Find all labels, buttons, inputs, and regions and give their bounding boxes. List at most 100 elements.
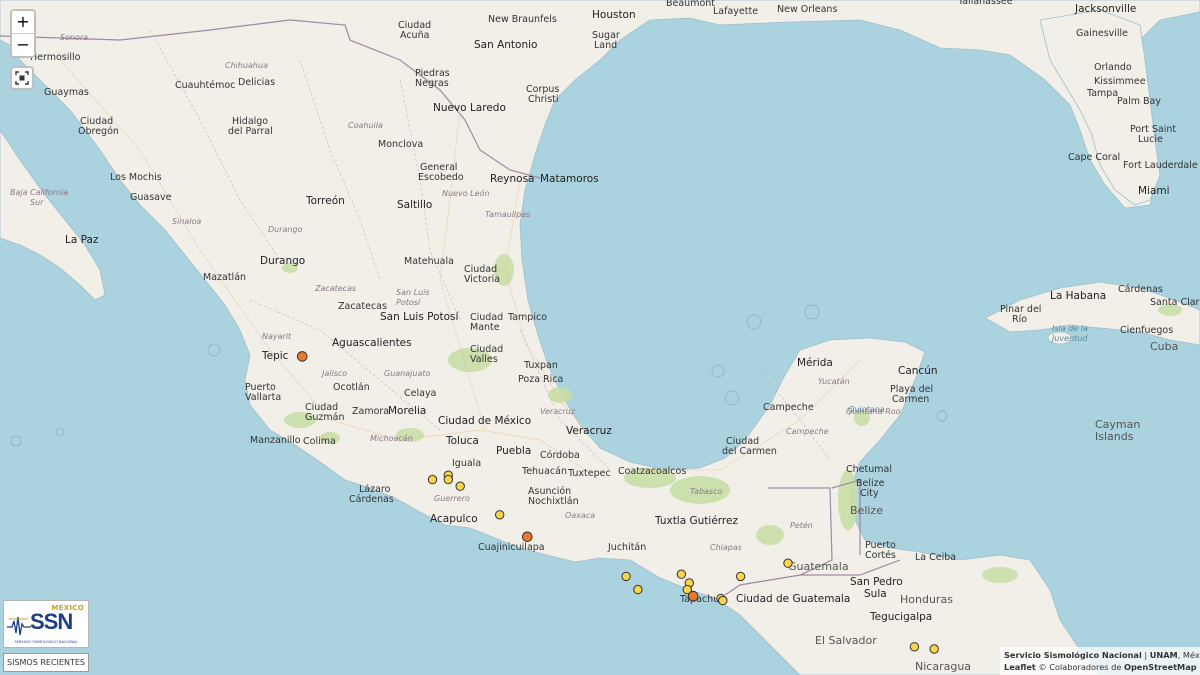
quake-marker-13[interactable]: [687, 590, 699, 602]
svg-text:Los Mochis: Los Mochis: [110, 172, 162, 183]
svg-text:Land: Land: [594, 40, 617, 51]
quake-marker-9[interactable]: [633, 584, 643, 595]
quake-marker-8[interactable]: [621, 571, 631, 582]
svg-text:Carmen: Carmen: [892, 394, 929, 405]
svg-text:Jalisco: Jalisco: [320, 369, 347, 378]
ssn-logo[interactable]: MÉXICO SSN SERVICIO SISMOLÓGICO NACIONAL: [3, 600, 89, 648]
svg-text:Coahuila: Coahuila: [348, 121, 383, 130]
label-cuba: Cuba: [1150, 340, 1178, 353]
svg-text:Petén: Petén: [790, 520, 813, 530]
svg-text:Yucatán: Yucatán: [818, 377, 850, 386]
svg-text:Tuxtla Gutiérrez: Tuxtla Gutiérrez: [654, 515, 738, 527]
quake-marker-4[interactable]: [443, 474, 453, 485]
quake-marker-10[interactable]: [676, 569, 687, 579]
svg-text:Sinaloa: Sinaloa: [172, 217, 201, 226]
zoom-out-button[interactable]: −: [12, 34, 34, 56]
label-belize: Belize: [850, 504, 883, 517]
svg-text:Sur: Sur: [30, 198, 44, 207]
svg-text:Tuxpan: Tuxpan: [523, 360, 558, 371]
svg-text:San Luis Potosí: San Luis Potosí: [380, 311, 460, 323]
svg-text:Córdoba: Córdoba: [540, 450, 580, 461]
quake-marker-15[interactable]: [718, 595, 728, 606]
svg-text:Cienfuegos: Cienfuegos: [1120, 325, 1173, 336]
svg-text:Sula: Sula: [864, 588, 887, 600]
attribution-ssn-link[interactable]: Servicio Sismológico Nacional: [1004, 650, 1142, 660]
quake-marker-19[interactable]: [929, 644, 939, 654]
map-container[interactable]: Guatemala Belize Honduras El Salvador Ni…: [0, 0, 1200, 675]
svg-text:Nuevo León: Nuevo León: [442, 188, 490, 198]
svg-text:Cárdenas: Cárdenas: [1118, 284, 1163, 295]
quake-marker-7[interactable]: [522, 531, 533, 543]
label-nicaragua: Nicaragua: [915, 660, 971, 673]
svg-text:Cortés: Cortés: [865, 550, 896, 561]
islet-2: [55, 427, 65, 437]
svg-text:Guaymas: Guaymas: [44, 87, 89, 98]
label-guatemala: Guatemala: [788, 560, 849, 573]
svg-text:Tehuacán: Tehuacán: [521, 466, 567, 477]
reef-3: [711, 364, 725, 378]
reef-2: [804, 304, 820, 320]
quake-marker-16[interactable]: [735, 571, 746, 582]
svg-text:Acuña: Acuña: [400, 30, 429, 41]
svg-text:Morelia: Morelia: [388, 405, 426, 417]
svg-text:Cárdenas: Cárdenas: [349, 494, 394, 505]
svg-text:Miami: Miami: [1138, 185, 1170, 197]
logo-acronym: SSN: [30, 609, 73, 634]
svg-text:Escobedo: Escobedo: [418, 172, 464, 183]
attribution-leaflet-link[interactable]: Leaflet: [1004, 662, 1036, 672]
svg-text:Cape Coral: Cape Coral: [1068, 152, 1120, 163]
svg-text:New Orleans: New Orleans: [777, 4, 837, 15]
logo-subtitle: SERVICIO SISMOLÓGICO NACIONAL: [14, 640, 78, 644]
svg-text:Puebla: Puebla: [496, 445, 531, 457]
locate-icon: [15, 71, 29, 85]
svg-text:Matehuala: Matehuala: [404, 256, 454, 267]
svg-text:San Luis: San Luis: [396, 288, 430, 297]
zoom-in-button[interactable]: +: [12, 11, 34, 34]
islet-1: [10, 435, 22, 447]
svg-text:Nayarit: Nayarit: [262, 332, 292, 341]
svg-text:Valles: Valles: [470, 354, 498, 365]
attribution-mid: © Colaboradores de: [1035, 662, 1124, 672]
svg-text:Cuauhtémoc: Cuauhtémoc: [175, 80, 235, 91]
svg-text:Guasave: Guasave: [130, 192, 172, 203]
svg-text:Beaumont: Beaumont: [666, 0, 715, 9]
label-islands: Islands: [1095, 430, 1134, 443]
quake-marker-2[interactable]: [427, 474, 438, 485]
svg-text:Santa Clara: Santa Clara: [1150, 297, 1200, 308]
label-el-salvador: El Salvador: [815, 634, 877, 647]
svg-text:City: City: [860, 488, 879, 499]
quake-marker-1[interactable]: [296, 351, 308, 362]
svg-text:Zacatecas: Zacatecas: [314, 284, 356, 293]
svg-text:Poza Rica: Poza Rica: [518, 374, 563, 385]
svg-text:Juventud: Juventud: [1050, 334, 1088, 343]
attribution-unam-link[interactable]: UNAM: [1150, 650, 1178, 660]
svg-text:Torreón: Torreón: [305, 195, 345, 207]
svg-text:Lafayette: Lafayette: [713, 6, 758, 17]
attribution-tail: , México.: [1177, 650, 1200, 660]
svg-text:Baja California: Baja California: [10, 188, 68, 197]
svg-text:Houston: Houston: [592, 9, 636, 21]
svg-text:Lucie: Lucie: [1138, 134, 1163, 145]
svg-text:Toluca: Toluca: [445, 435, 479, 447]
svg-text:Tampa: Tampa: [1086, 88, 1118, 99]
svg-text:Isla de la: Isla de la: [1052, 324, 1088, 333]
quake-marker-5[interactable]: [455, 481, 465, 491]
recent-quakes-button[interactable]: SISMOS RECIENTES: [3, 653, 89, 672]
svg-text:Mazatlán: Mazatlán: [203, 272, 246, 283]
svg-text:Campeche: Campeche: [786, 427, 829, 436]
svg-text:Saltillo: Saltillo: [397, 199, 432, 211]
quake-marker-18[interactable]: [909, 642, 920, 652]
svg-text:Acapulco: Acapulco: [430, 513, 478, 525]
quake-marker-17[interactable]: [783, 558, 793, 568]
svg-text:Matamoros: Matamoros: [540, 173, 599, 185]
svg-text:Negras: Negras: [415, 78, 449, 89]
svg-text:Guzmán: Guzmán: [305, 412, 344, 423]
basemap[interactable]: Guatemala Belize Honduras El Salvador Ni…: [0, 0, 1200, 675]
locate-button[interactable]: [10, 66, 34, 90]
attribution-osm-link[interactable]: OpenStreetMap: [1124, 662, 1197, 672]
svg-text:Tabasco: Tabasco: [690, 487, 722, 496]
label-honduras: Honduras: [900, 593, 953, 606]
reef-4: [724, 390, 740, 406]
reef-1: [746, 314, 762, 330]
quake-marker-6[interactable]: [495, 510, 505, 520]
